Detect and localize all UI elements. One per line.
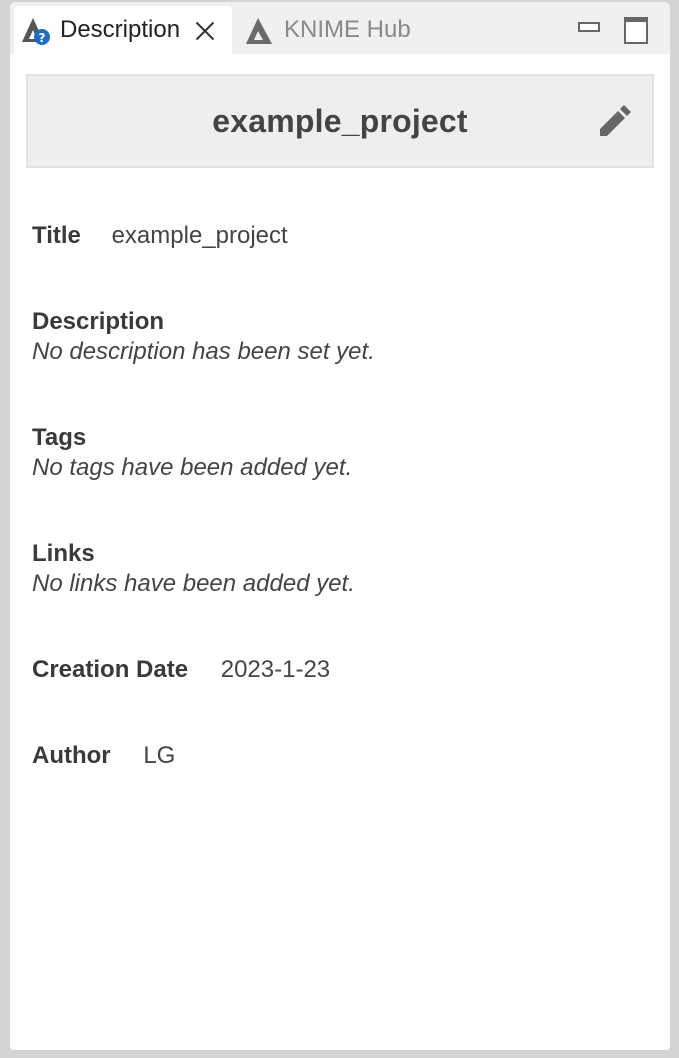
minimize-icon[interactable] (576, 14, 602, 40)
tags-label: Tags (32, 424, 87, 451)
project-header: example_project (26, 74, 654, 168)
title-label: Title (32, 222, 81, 249)
title-row: Title example_project (32, 222, 288, 250)
tab-description-label: Description (60, 16, 181, 43)
description-panel: ? Description KNIME Hub example_project (10, 2, 670, 1050)
author-value: LG (143, 742, 176, 769)
title-value: example_project (111, 222, 288, 249)
tags-label-row: Tags (32, 424, 86, 452)
links-label-row: Links (32, 540, 95, 568)
links-value: No links have been added yet. (32, 570, 355, 597)
tab-knime-hub[interactable]: KNIME Hub (238, 6, 438, 54)
knime-hub-icon (242, 12, 278, 48)
creation-date-label: Creation Date (32, 656, 189, 683)
maximize-icon[interactable] (622, 14, 648, 44)
tab-description[interactable]: ? Description (14, 6, 232, 54)
pencil-icon[interactable] (594, 102, 634, 142)
description-label-row: Description (32, 308, 164, 336)
tab-bar: ? Description KNIME Hub (10, 2, 670, 54)
links-label: Links (32, 540, 95, 567)
tags-value: No tags have been added yet. (32, 454, 353, 481)
svg-text:?: ? (39, 31, 46, 45)
creation-date-row: Creation Date 2023-1-23 (32, 656, 330, 684)
author-row: Author LG (32, 742, 175, 770)
author-label: Author (32, 742, 111, 769)
creation-date-value: 2023-1-23 (220, 656, 331, 683)
description-label: Description (32, 308, 165, 335)
tab-knime-hub-label: KNIME Hub (284, 16, 411, 43)
description-icon: ? (18, 12, 54, 48)
close-icon[interactable] (194, 19, 216, 41)
description-value: No description has been set yet. (32, 338, 375, 365)
page-title: example_project (212, 102, 468, 139)
